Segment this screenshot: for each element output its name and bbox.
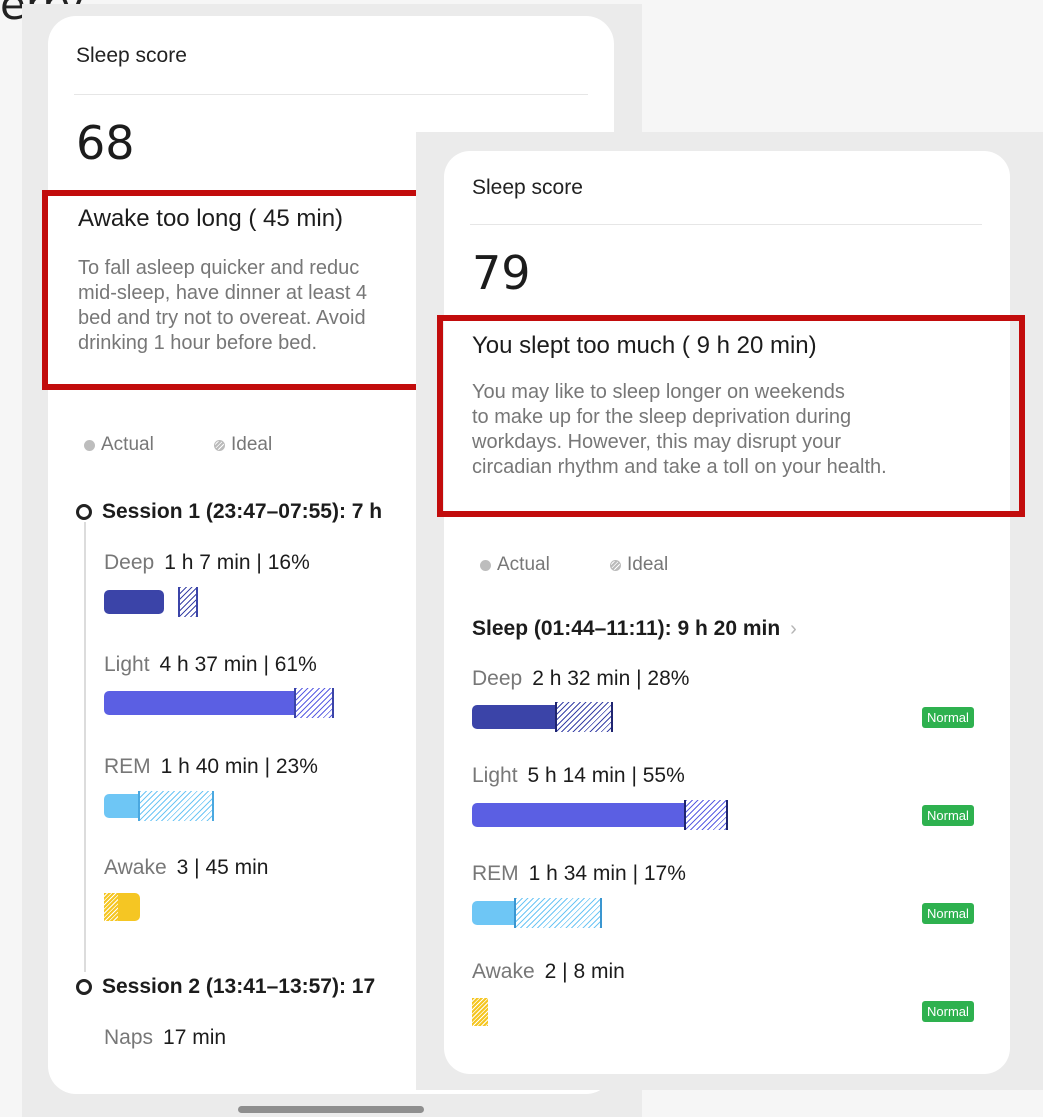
stage-name: Awake xyxy=(472,960,535,983)
left-card-header: Sleep score xyxy=(76,44,187,67)
left-stage-rem: REM 1 h 40 min | 23% xyxy=(104,755,318,779)
stage-name: REM xyxy=(104,755,151,778)
session-ring-icon xyxy=(76,504,92,520)
left-session1-label: Session 1 (23:47–07:55): 7 h xyxy=(102,500,383,523)
stage-name: Light xyxy=(104,653,150,676)
right-card-header: Sleep score xyxy=(472,176,583,199)
chevron-right-icon: › xyxy=(790,617,797,640)
stage-value: 1 h 40 min | 23% xyxy=(160,755,318,778)
right-awake-ideal-range xyxy=(472,998,488,1026)
left-deep-actual-bar xyxy=(104,590,164,614)
right-awake-status-badge: Normal xyxy=(922,1001,974,1022)
left-stage-naps: Naps 17 min xyxy=(104,1026,226,1050)
left-light-actual-bar xyxy=(104,691,296,715)
right-light-ideal-range xyxy=(684,800,728,830)
right-light-actual-bar xyxy=(472,803,686,827)
right-session-label: Sleep (01:44–11:11): 9 h 20 min xyxy=(472,617,781,640)
session-ring-icon xyxy=(76,979,92,995)
stage-name: REM xyxy=(472,862,519,885)
left-session-timeline xyxy=(84,522,86,972)
right-rem-status-badge: Normal xyxy=(922,903,974,924)
stage-name: Naps xyxy=(104,1026,154,1049)
legend-actual-label: Actual xyxy=(101,434,154,455)
left-session2-row[interactable]: Session 2 (13:41–13:57): 17 xyxy=(76,975,375,999)
stage-name: Deep xyxy=(104,551,155,574)
right-legend-actual: Actual xyxy=(480,554,550,576)
stage-value: 4 h 37 min | 61% xyxy=(159,653,317,676)
right-deep-actual-bar xyxy=(472,705,558,729)
legend-ideal-label: Ideal xyxy=(231,434,273,455)
right-stage-rem: REM 1 h 34 min | 17% xyxy=(472,862,686,886)
right-highlight-box xyxy=(437,315,1025,517)
actual-dot-icon xyxy=(480,559,491,571)
stage-value: 2 | 8 min xyxy=(544,960,625,983)
left-session2-label: Session 2 (13:41–13:57): 17 xyxy=(102,975,376,998)
left-legend-actual: Actual xyxy=(84,434,154,456)
right-deep-ideal-range xyxy=(555,702,613,732)
left-stage-deep: Deep 1 h 7 min | 16% xyxy=(104,551,310,575)
left-stage-light: Light 4 h 37 min | 61% xyxy=(104,653,317,677)
left-sleep-score-value: 68 xyxy=(76,116,135,170)
right-legend-ideal: Ideal xyxy=(610,554,668,576)
ideal-dot-icon xyxy=(610,559,621,571)
legend-ideal-label: Ideal xyxy=(627,554,669,575)
right-sleep-score-value: 79 xyxy=(472,246,531,300)
left-rem-ideal-range xyxy=(138,791,214,821)
left-session1-row[interactable]: Session 1 (23:47–07:55): 7 h xyxy=(76,500,382,524)
left-awake-actual-bar xyxy=(118,893,140,921)
right-rem-actual-bar xyxy=(472,901,516,925)
home-indicator[interactable] xyxy=(238,1106,424,1113)
left-rem-actual-bar xyxy=(104,794,140,818)
stage-name: Awake xyxy=(104,856,167,879)
left-legend-ideal: Ideal xyxy=(214,434,272,456)
right-header-divider xyxy=(470,224,982,225)
stage-value: 1 h 34 min | 17% xyxy=(528,862,686,885)
stage-name: Deep xyxy=(472,667,523,690)
stage-value: 3 | 45 min xyxy=(176,856,269,879)
right-deep-status-badge: Normal xyxy=(922,707,974,728)
stage-value: 17 min xyxy=(163,1026,227,1049)
left-highlight-box xyxy=(42,190,442,390)
ideal-dot-icon xyxy=(214,439,225,451)
right-rem-ideal-range xyxy=(514,898,602,928)
right-session-row[interactable]: Sleep (01:44–11:11): 9 h 20 min › xyxy=(472,617,797,641)
right-stage-light: Light 5 h 14 min | 55% xyxy=(472,764,685,788)
actual-dot-icon xyxy=(84,439,95,451)
stage-value: 5 h 14 min | 55% xyxy=(527,764,685,787)
left-light-ideal-range xyxy=(294,688,334,718)
left-stage-awake: Awake 3 | 45 min xyxy=(104,856,269,880)
left-deep-ideal-range xyxy=(178,587,198,617)
right-stage-awake: Awake 2 | 8 min xyxy=(472,960,625,984)
left-header-divider xyxy=(74,94,588,95)
legend-actual-label: Actual xyxy=(497,554,550,575)
stage-value: 1 h 7 min | 16% xyxy=(164,551,310,574)
stage-value: 2 h 32 min | 28% xyxy=(532,667,690,690)
stage-name: Light xyxy=(472,764,518,787)
right-light-status-badge: Normal xyxy=(922,805,974,826)
right-stage-deep: Deep 2 h 32 min | 28% xyxy=(472,667,689,691)
